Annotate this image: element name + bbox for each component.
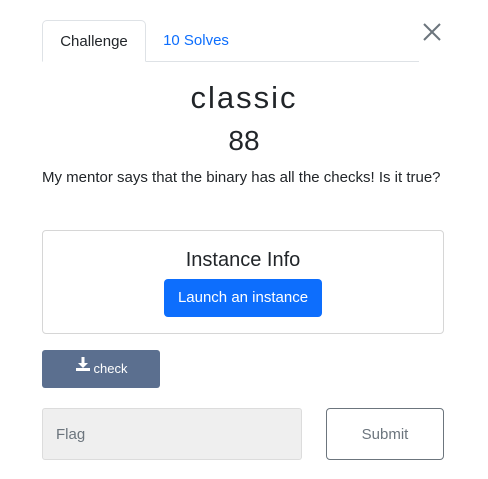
tab-challenge[interactable]: Challenge xyxy=(42,20,146,62)
file-name-label: check xyxy=(93,361,128,376)
download-icon xyxy=(75,349,91,387)
launch-instance-button[interactable]: Launch an instance xyxy=(164,279,322,317)
instance-info-title: Instance Info xyxy=(185,249,301,271)
challenge-description: My mentor says that the binary has all t… xyxy=(42,169,441,186)
flag-input[interactable] xyxy=(42,408,302,460)
tab-solves[interactable]: 10 Solves xyxy=(146,20,246,62)
submit-button[interactable]: Submit xyxy=(326,408,444,460)
challenge-name: classic xyxy=(190,80,298,115)
challenge-points: 88 xyxy=(228,125,260,156)
close-icon[interactable] xyxy=(420,20,444,44)
tab-bar: Challenge 10 Solves xyxy=(42,20,419,62)
instance-info-panel: Instance Info Launch an instance xyxy=(42,230,444,334)
download-file-button[interactable]: check xyxy=(42,350,160,388)
challenge-modal: Challenge 10 Solves classic 88 My mentor… xyxy=(0,0,488,479)
